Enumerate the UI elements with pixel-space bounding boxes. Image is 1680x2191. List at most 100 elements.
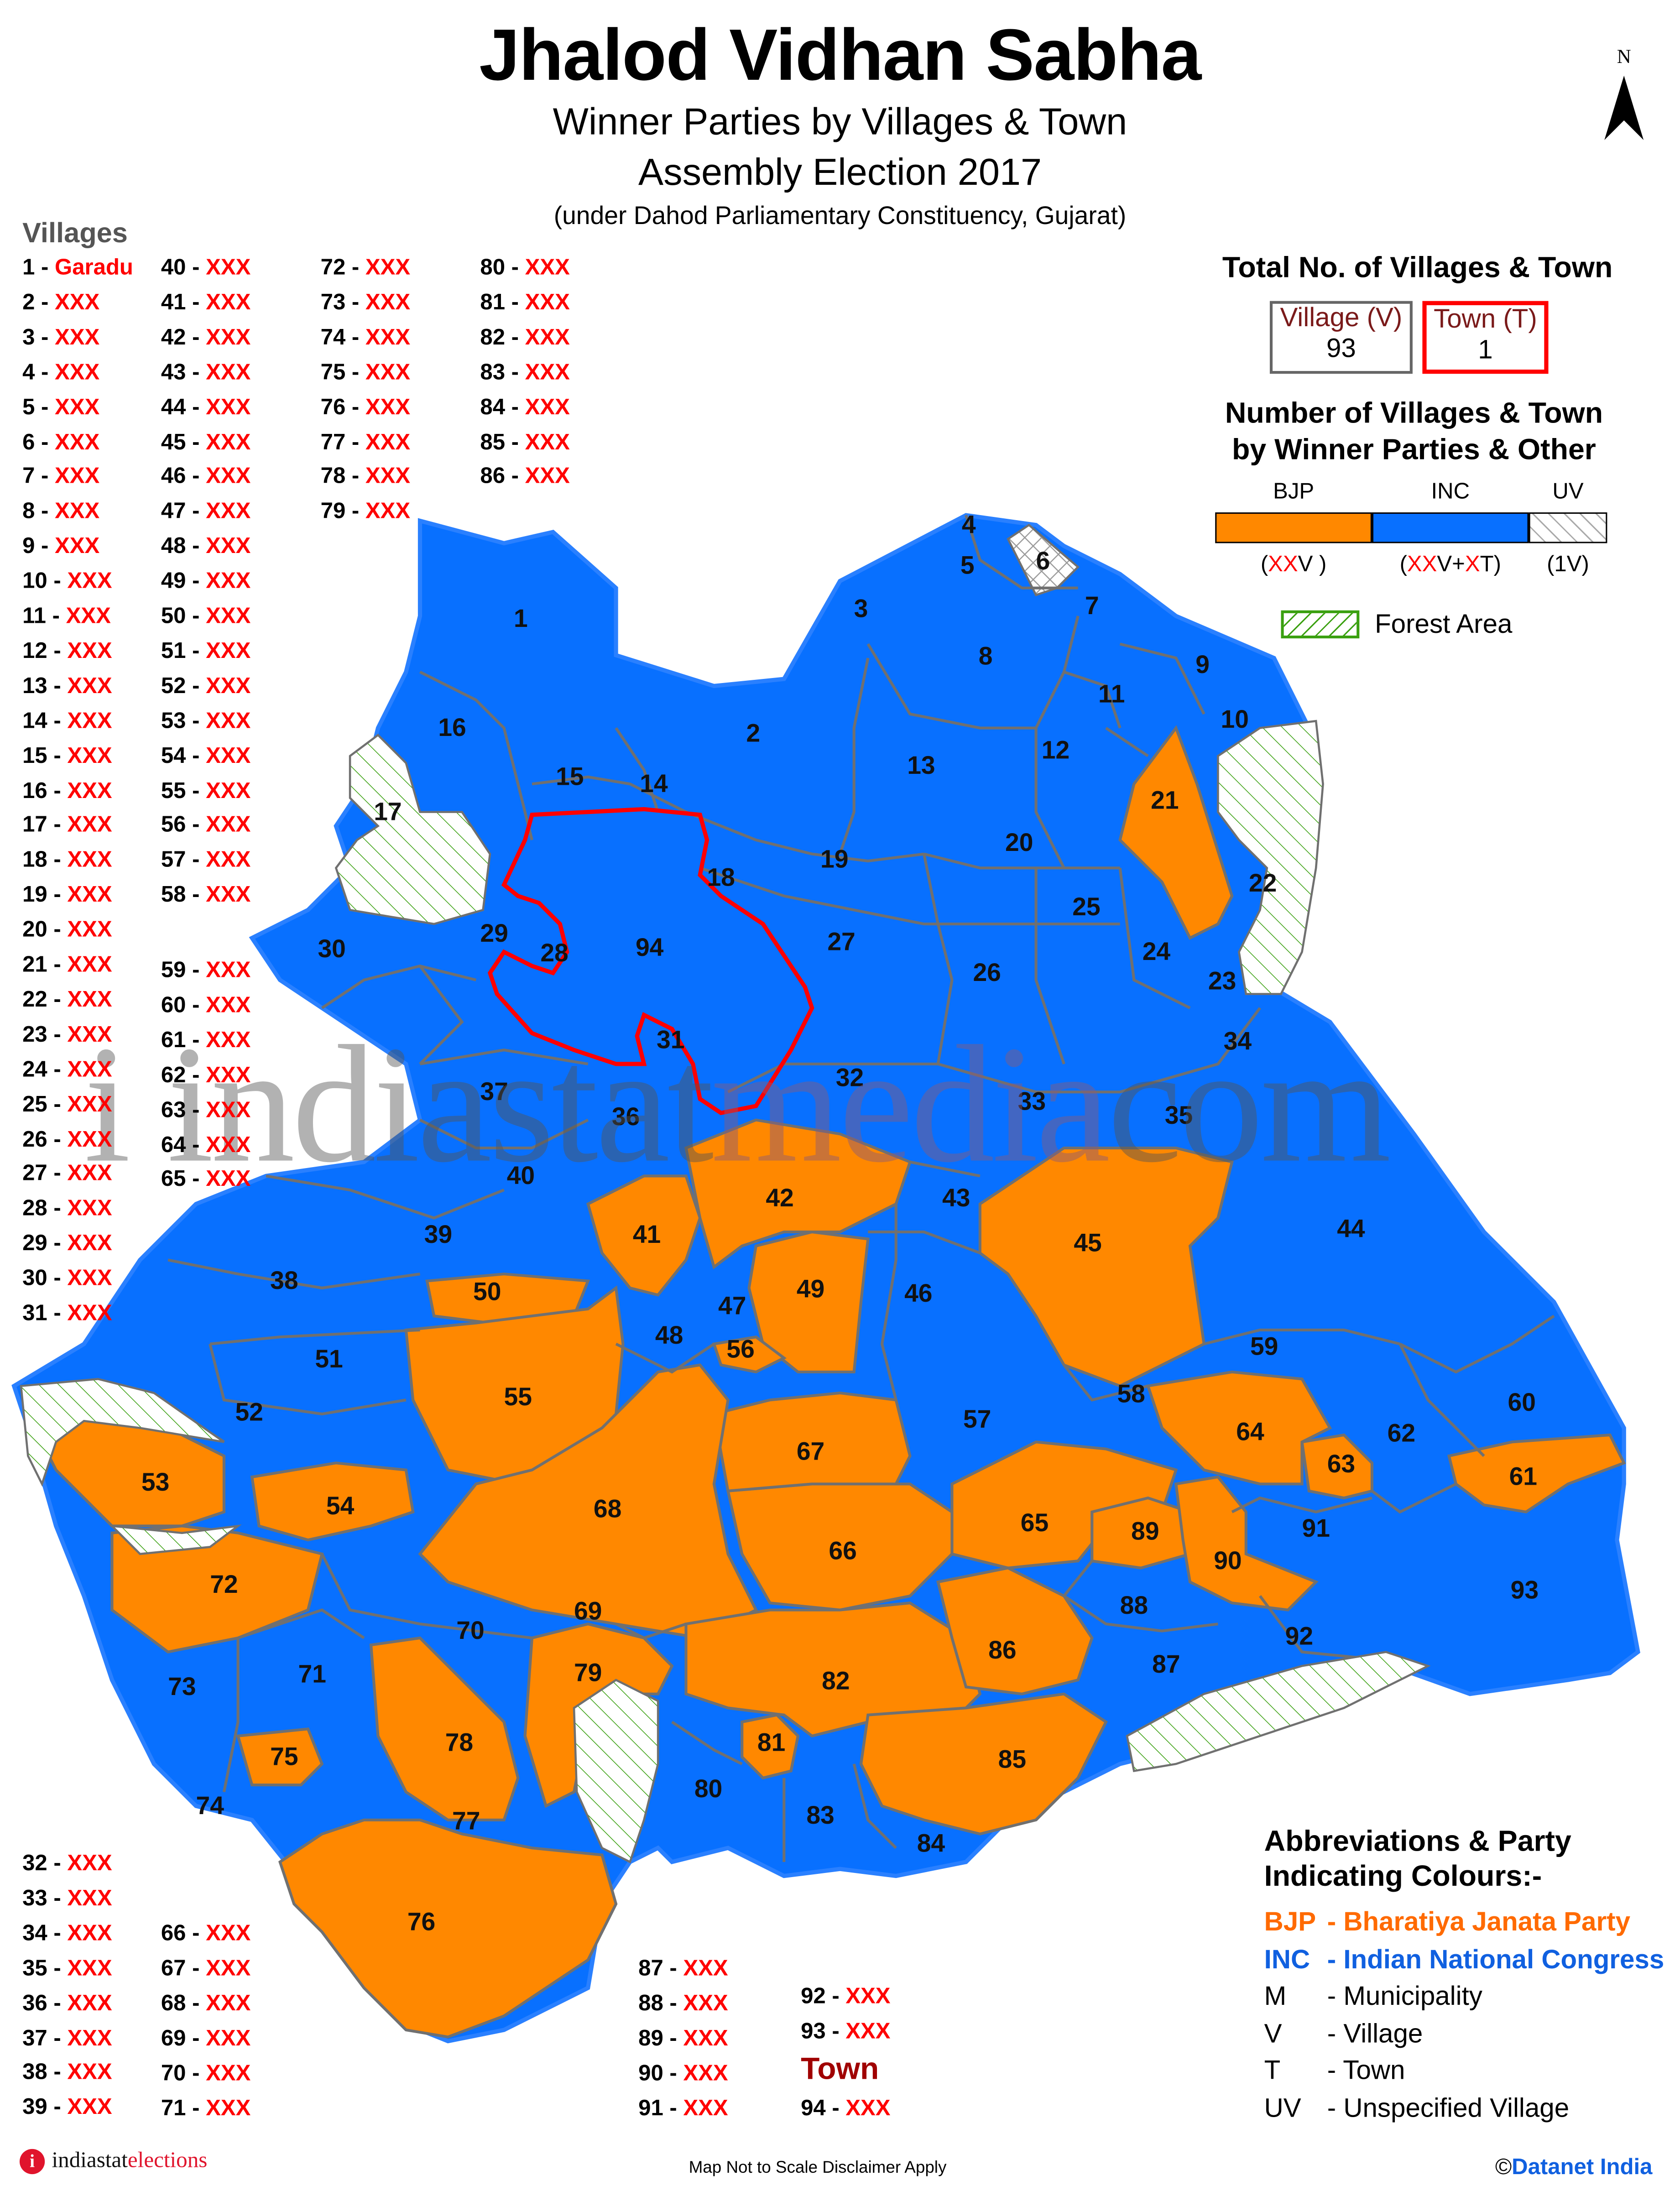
abbreviation-key: T bbox=[1264, 2056, 1281, 2086]
village-name: XXX bbox=[683, 2027, 728, 2051]
village-list-item: 51 - XXX bbox=[161, 639, 251, 664]
village-name: XXX bbox=[683, 1957, 728, 1981]
village-name: XXX bbox=[206, 396, 251, 420]
abbreviation-key: INC bbox=[1264, 1945, 1310, 1975]
village-number: 83 bbox=[480, 360, 506, 385]
village-number: 11 bbox=[22, 605, 47, 629]
village-number: 30 bbox=[22, 1267, 47, 1291]
village-name: XXX bbox=[365, 360, 411, 385]
village-number: 50 bbox=[161, 605, 186, 629]
village-name: XXX bbox=[67, 779, 112, 803]
village-list-item: 50 - XXX bbox=[161, 605, 251, 629]
village-list-item: 19 - XXX bbox=[22, 883, 112, 908]
village-name: XXX bbox=[206, 849, 251, 873]
village-name: XXX bbox=[206, 326, 251, 350]
village-number: 29 bbox=[22, 1232, 47, 1256]
village-label: 23 bbox=[1208, 967, 1236, 995]
village-count-value: 93 bbox=[1326, 334, 1356, 364]
village-label: 64 bbox=[1236, 1418, 1264, 1446]
village-number: 77 bbox=[320, 430, 346, 454]
village-number: 34 bbox=[22, 1922, 47, 1946]
village-label: 4 bbox=[962, 510, 976, 538]
village-number: 37 bbox=[22, 2026, 47, 2050]
village-number: 67 bbox=[161, 1957, 186, 1981]
abbreviation-inc: INC - Indian National Congress bbox=[1264, 1945, 1664, 1976]
village-list-item: 36 - XXX bbox=[22, 1991, 112, 2016]
village-list-item: 58 - XXX bbox=[161, 883, 251, 908]
village-name: XXX bbox=[67, 1991, 112, 2016]
abbreviation-uv: UV - Unspecified Village bbox=[1264, 2094, 1569, 2125]
totals-heading: Total No. of Villages & Town bbox=[1222, 252, 1613, 284]
village-list-item: 11 - XXX bbox=[22, 605, 111, 629]
village-label: 73 bbox=[168, 1672, 196, 1701]
village-label: 21 bbox=[1151, 786, 1179, 814]
village-name: XXX bbox=[525, 256, 570, 280]
abbreviation-t: T - Town bbox=[1264, 2056, 1405, 2087]
village-number: 44 bbox=[161, 396, 186, 420]
village-name: XXX bbox=[206, 465, 251, 490]
village-label: 29 bbox=[480, 919, 508, 947]
village-number: 2 bbox=[22, 291, 35, 315]
village-number: 35 bbox=[22, 1956, 47, 1981]
party-bar-label-uv: UV bbox=[1552, 480, 1584, 504]
village-number: 19 bbox=[22, 883, 47, 908]
village-list-item: 91 - XXX bbox=[638, 2097, 728, 2121]
village-label: 39 bbox=[424, 1220, 452, 1248]
village-number: 5 bbox=[22, 396, 35, 420]
village-label: 84 bbox=[917, 1829, 945, 1857]
village-number: 82 bbox=[480, 326, 506, 350]
village-list-item: 78 - XXX bbox=[320, 465, 411, 490]
village-name: XXX bbox=[525, 396, 570, 420]
village-name: XXX bbox=[206, 2061, 251, 2086]
village-label: 51 bbox=[315, 1345, 343, 1373]
village-list-item: 80 - XXX bbox=[480, 256, 570, 280]
village-list-item: 44 - XXX bbox=[161, 396, 251, 420]
party-bar-segment-inc bbox=[1372, 512, 1529, 543]
village-list-item: 13 - XXX bbox=[22, 674, 112, 699]
village-list-item: 69 - XXX bbox=[161, 2026, 251, 2051]
village-label: 68 bbox=[594, 1494, 621, 1523]
village-list-item: 79 - XXX bbox=[320, 500, 411, 524]
village-list-item: 15 - XXX bbox=[22, 744, 112, 768]
village-name: XXX bbox=[365, 430, 411, 454]
village-label: 28 bbox=[540, 939, 568, 967]
village-list-item: 32 - XXX bbox=[22, 1852, 112, 1876]
abbreviations-heading: Abbreviations & Party Indicating Colours… bbox=[1264, 1824, 1571, 1894]
village-name: XXX bbox=[67, 953, 112, 977]
village-name: XXX bbox=[206, 959, 251, 983]
village-list-item: 22 - XXX bbox=[22, 988, 112, 1012]
village-number: 71 bbox=[161, 2096, 186, 2120]
village-name: XXX bbox=[206, 2096, 251, 2120]
village-number: 41 bbox=[161, 291, 186, 315]
village-number: 42 bbox=[161, 326, 186, 350]
village-number: 27 bbox=[22, 1162, 47, 1187]
village-number: 75 bbox=[320, 360, 346, 385]
village-name: XXX bbox=[206, 570, 251, 594]
village-name: XXX bbox=[55, 430, 100, 454]
village-number: 24 bbox=[22, 1058, 47, 1082]
village-list-item: 53 - XXX bbox=[161, 709, 251, 733]
abbreviation-value: - Municipality bbox=[1327, 1982, 1482, 2012]
village-number: 87 bbox=[638, 1957, 663, 1981]
village-list-item: 92 - XXX bbox=[801, 1985, 891, 2009]
village-label: 11 bbox=[1098, 680, 1125, 708]
village-label: 74 bbox=[196, 1791, 224, 1820]
town-heading: Town bbox=[801, 2051, 879, 2086]
village-number: 91 bbox=[638, 2097, 663, 2121]
abbreviations-heading-line1: Abbreviations & Party bbox=[1264, 1826, 1571, 1858]
village-name: XXX bbox=[206, 1098, 251, 1122]
village-number: 45 bbox=[161, 430, 186, 454]
village-name: XXX bbox=[67, 1197, 112, 1221]
village-list-item: 38 - XXX bbox=[22, 2061, 112, 2085]
party-bar-segment-bjp bbox=[1215, 512, 1372, 543]
village-list-item: 6 - XXX bbox=[22, 430, 100, 454]
village-number: 58 bbox=[161, 883, 186, 908]
village-label: 52 bbox=[235, 1398, 263, 1426]
village-label: 25 bbox=[1072, 892, 1100, 921]
village-number: 40 bbox=[161, 256, 186, 280]
village-label: 83 bbox=[806, 1801, 834, 1829]
village-name: XXX bbox=[66, 605, 111, 629]
village-label: 1 bbox=[514, 604, 528, 632]
village-name: XXX bbox=[525, 360, 570, 385]
abbreviation-key: BJP bbox=[1264, 1908, 1316, 1938]
